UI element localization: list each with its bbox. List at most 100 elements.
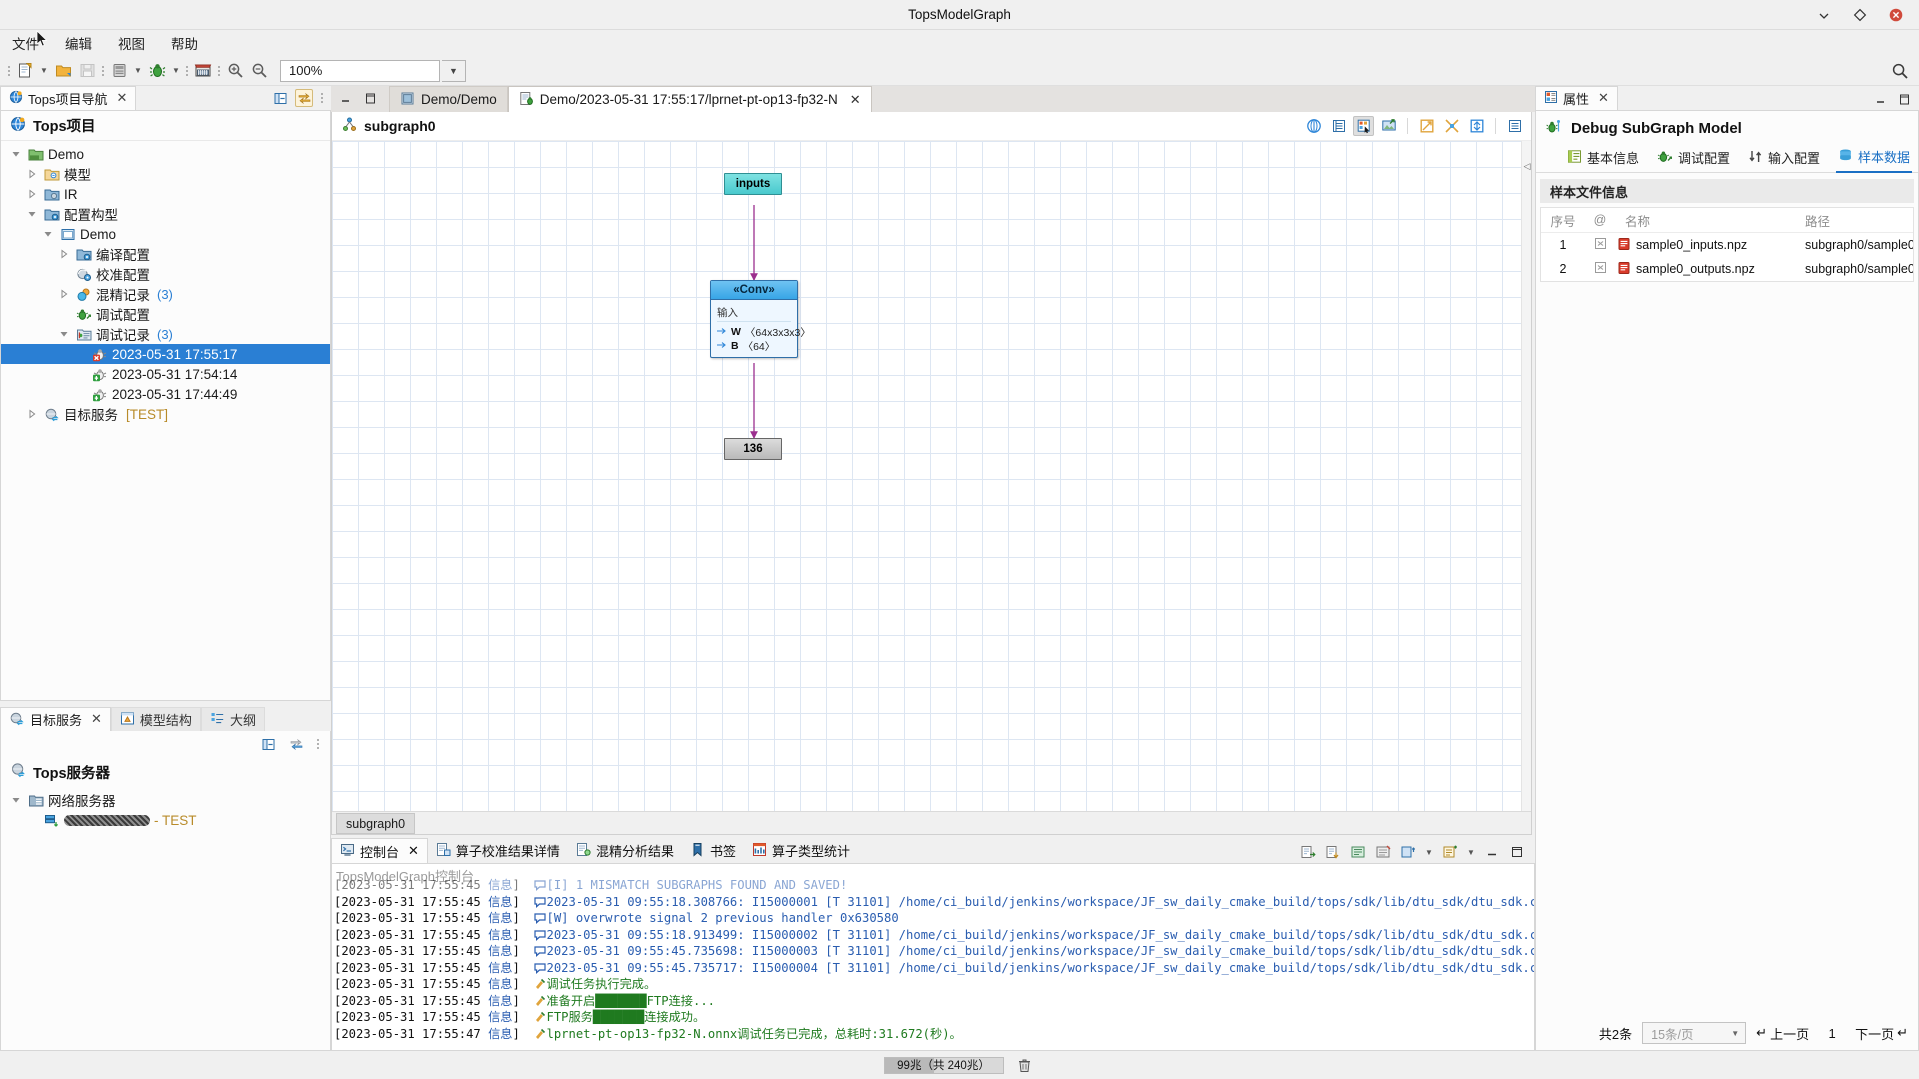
menu-file[interactable]: 文件 <box>8 31 43 55</box>
build-dropdown-icon[interactable]: ▼ <box>132 60 144 82</box>
console-tab-1[interactable]: 控制台 ✕ <box>331 838 428 863</box>
scroll-lock-icon[interactable] <box>1373 843 1393 862</box>
tree-item-调试记录[interactable]: 调试记录 (3) <box>1 324 330 344</box>
tree-item-目标服务[interactable]: 目标服务 [TEST] <box>1 404 330 424</box>
global-search-icon[interactable] <box>1887 59 1913 83</box>
tree-item-2023-05-3117:44:49[interactable]: 2023-05-31 17:44:49 <box>1 384 330 404</box>
new-console-dropdown-icon[interactable]: ▼ <box>1465 841 1477 863</box>
maximize-icon[interactable] <box>1853 8 1867 22</box>
info-overlay-icon[interactable] <box>1303 116 1324 136</box>
chevron-right-icon[interactable] <box>25 407 39 421</box>
debug-dropdown-icon[interactable]: ▼ <box>170 60 182 82</box>
properties-tab-3[interactable]: 输入配置 <box>1746 145 1822 172</box>
graph-node-conv[interactable]: «Conv» 输入 W 〈64x3x3x3〉 B 〈64〉 <box>710 280 811 358</box>
minimize-view-icon[interactable] <box>339 92 352 108</box>
clear-console-icon[interactable] <box>1348 843 1368 862</box>
minimize-view-icon[interactable] <box>1871 90 1889 108</box>
graph-node-output[interactable]: 136 <box>724 438 782 460</box>
close-icon[interactable]: ✕ <box>1598 91 1609 106</box>
chevron-down-icon[interactable] <box>57 327 71 341</box>
server-tree-item[interactable]: - TEST <box>1 810 330 830</box>
console-tab-3[interactable]: 混精分析结果 <box>568 838 682 863</box>
tree-item-配置构型[interactable]: 配置构型 <box>1 204 330 224</box>
chevron-down-icon[interactable] <box>9 793 23 807</box>
page-size-select[interactable]: 15条/页 ▼ <box>1642 1022 1747 1044</box>
tab-target-service[interactable]: 目标服务 ✕ <box>0 707 111 731</box>
tab-outline[interactable]: 大纲 <box>200 707 265 731</box>
open-folder-icon[interactable] <box>52 60 74 82</box>
collapse-panel-icon[interactable]: ◁ <box>1523 161 1531 175</box>
zoom-level-input[interactable]: 100% <box>280 59 440 82</box>
graph-node-inputs[interactable]: inputs <box>724 173 782 195</box>
tree-item-调试配置[interactable]: 调试配置 <box>1 304 330 324</box>
zoom-out-icon[interactable] <box>248 60 270 82</box>
new-file-icon[interactable] <box>14 60 36 82</box>
export-image-icon[interactable] <box>1378 116 1399 136</box>
pin-console-icon[interactable] <box>1398 843 1418 862</box>
close-icon[interactable] <box>1889 8 1903 22</box>
chevron-right-icon[interactable] <box>57 247 71 261</box>
table-row[interactable]: 1 sample0_inputs.npz subgraph0/sample0_inp… <box>1541 233 1913 257</box>
menu-help[interactable]: 帮助 <box>167 31 202 55</box>
menu-edit[interactable]: 编辑 <box>61 31 96 55</box>
tab-properties[interactable]: 属性 ✕ <box>1535 86 1618 110</box>
canvas-vertical-scrollbar[interactable]: ◁ <box>1521 141 1531 811</box>
build-icon[interactable] <box>108 60 130 82</box>
properties-panel-icon[interactable] <box>1504 116 1525 136</box>
console-output[interactable]: TopsModelGraph控制台 [2023-05-31 17:55:45 信… <box>331 863 1535 1051</box>
tree-item-2023-05-3117:54:14[interactable]: 2023-05-31 17:54:14 <box>1 364 330 384</box>
console-dropdown-icon[interactable]: ▼ <box>1423 841 1435 863</box>
chevron-down-icon[interactable] <box>9 147 23 161</box>
save-log-icon[interactable] <box>1323 843 1343 862</box>
tab-model-structure[interactable]: 模型结构 <box>110 707 201 731</box>
zoom-level-dropdown-icon[interactable]: ▼ <box>442 59 466 82</box>
store-icon[interactable] <box>192 60 214 82</box>
close-icon[interactable]: ✕ <box>91 712 102 727</box>
navigator-menu-icon[interactable] <box>319 88 325 108</box>
chevron-right-icon[interactable] <box>25 187 39 201</box>
tree-item-Demo[interactable]: Demo <box>1 224 330 244</box>
toolbar-grip-2[interactable] <box>100 61 106 81</box>
new-file-dropdown-icon[interactable]: ▼ <box>38 60 50 82</box>
server-tree-item[interactable]: 网络服务器 <box>1 790 330 810</box>
toolbar-grip-1[interactable] <box>6 61 12 81</box>
prev-page-button[interactable]: ↵ 上一页 <box>1756 1024 1809 1043</box>
chevron-down-icon[interactable] <box>41 227 55 241</box>
link-with-editor-icon[interactable] <box>295 89 313 107</box>
maximize-console-icon[interactable] <box>1507 843 1527 862</box>
zoom-in-icon[interactable] <box>224 60 246 82</box>
maximize-view-icon[interactable] <box>364 92 377 108</box>
fit-to-window-icon[interactable] <box>1466 116 1487 136</box>
toolbar-grip-4[interactable] <box>216 61 222 81</box>
chevron-down-icon[interactable] <box>25 207 39 221</box>
console-tab-2[interactable]: 算子校准结果详情 <box>428 838 568 863</box>
expand-all-icon[interactable] <box>1416 116 1437 136</box>
chevron-right-icon[interactable] <box>57 287 71 301</box>
close-icon[interactable]: ✕ <box>408 843 419 859</box>
close-icon[interactable]: ✕ <box>116 91 127 106</box>
properties-tab-1[interactable]: 基本信息 <box>1565 145 1641 172</box>
server-tree[interactable]: 网络服务器 - TEST <box>1 787 330 1050</box>
tab-tops-project-navigator[interactable]: Tops项目导航 ✕ <box>0 86 137 110</box>
tree-item-编译配置[interactable]: 编译配置 <box>1 244 330 264</box>
properties-tab-4[interactable]: 样本数据 <box>1835 144 1912 173</box>
collapse-all-icon[interactable] <box>271 89 289 107</box>
properties-tab-2[interactable]: 调试配置 <box>1655 145 1732 172</box>
tree-item-2023-05-3117:55:17[interactable]: 2023-05-31 17:55:17 <box>1 344 330 364</box>
tree-item-IR[interactable]: IR <box>1 184 330 204</box>
refresh-link-icon[interactable] <box>287 735 305 753</box>
collapse-all-icon[interactable] <box>259 735 277 753</box>
graph-page-tab-subgraph0[interactable]: subgraph0 <box>336 813 416 834</box>
export-log-icon[interactable] <box>1298 843 1318 862</box>
run-gc-button[interactable] <box>1014 1055 1036 1075</box>
console-tab-4[interactable]: 书签 <box>682 838 744 863</box>
minimize-console-icon[interactable] <box>1482 843 1502 862</box>
collapse-all-nodes-icon[interactable] <box>1441 116 1462 136</box>
editor-tab-2[interactable]: Demo/2023-05-31 17:55:17/lprnet-pt-op13-… <box>507 86 872 112</box>
table-row[interactable]: 2 sample0_outputs.npz subgraph0/sample0_ou… <box>1541 257 1913 281</box>
new-console-icon[interactable] <box>1440 843 1460 862</box>
menu-view[interactable]: 视图 <box>114 31 149 55</box>
chevron-right-icon[interactable] <box>25 167 39 181</box>
close-icon[interactable]: ✕ <box>850 92 861 108</box>
editor-tab-1[interactable]: Demo/Demo <box>389 86 508 112</box>
